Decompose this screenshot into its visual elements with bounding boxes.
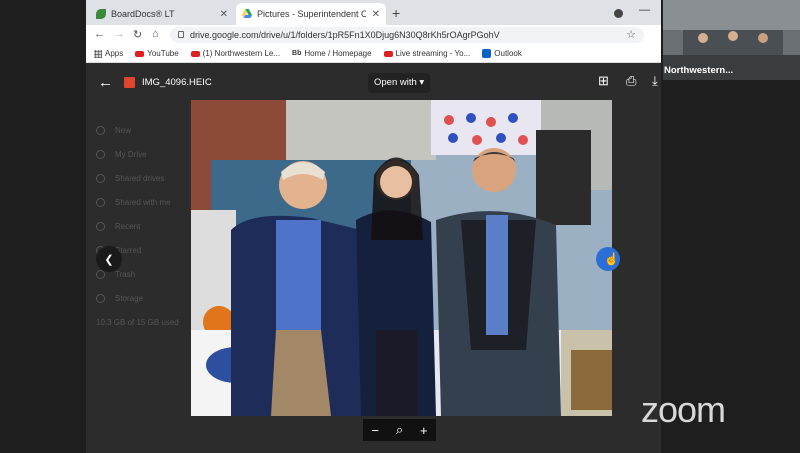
tab-boarddocs[interactable]: BoardDocs® LT ✕ [90, 3, 234, 25]
sidebar-item: Shared drives [96, 166, 179, 190]
tab-label: Pictures - Superintendent Office [257, 9, 366, 19]
sidebar-item: Shared with me [96, 190, 179, 214]
lock-icon [178, 31, 184, 38]
bookmark-label: Outlook [494, 49, 522, 58]
youtube-icon [190, 50, 200, 57]
close-icon[interactable]: ✕ [372, 9, 380, 20]
sidebar-item: Recent [96, 214, 179, 238]
bookmark-live-streaming[interactable]: Live streaming - Yo... [383, 49, 471, 58]
url-text: drive.google.com/drive/u/1/folders/1pR5F… [190, 30, 500, 40]
bookmark-label: YouTube [147, 49, 179, 58]
browser-tab-bar: BoardDocs® LT ✕ Pictures - Superintenden… [86, 0, 661, 25]
minimize-icon[interactable]: — [639, 4, 650, 16]
leaf-icon [96, 9, 106, 19]
print-icon[interactable]: ⎙ [626, 73, 636, 89]
bookmarks-bar: Apps YouTube (1) Northwestern Le... Bb Ho… [86, 45, 661, 63]
chevron-left-icon: ❮ [104, 253, 114, 266]
forward-icon[interactable]: → [114, 28, 125, 40]
bookmark-label: Apps [105, 49, 124, 58]
drive-sidebar-dimmed: New My Drive Shared drives Shared with m… [96, 118, 179, 334]
bookmark-apps[interactable]: Apps [94, 49, 123, 58]
bookmark-northwestern[interactable]: (1) Northwestern Le... [190, 49, 281, 58]
blackboard-icon: Bb [292, 50, 302, 57]
youtube-icon [383, 50, 393, 57]
home-icon[interactable]: ⌂ [152, 28, 159, 40]
hand-cursor-icon: ☝ [604, 252, 619, 266]
close-icon[interactable]: ✕ [220, 9, 228, 20]
tab-pictures[interactable]: Pictures - Superintendent Office ✕ [236, 3, 386, 25]
back-icon[interactable]: ← [94, 28, 105, 40]
zoom-out-icon[interactable]: − [371, 423, 379, 438]
shared-screen: BoardDocs® LT ✕ Pictures - Superintenden… [86, 0, 661, 453]
outlook-icon [482, 49, 492, 58]
participant-name: Northwestern... [664, 65, 734, 76]
apps-grid-icon [94, 49, 102, 58]
file-name: IMG_4096.HEIC [142, 77, 212, 88]
magnifier-icon[interactable]: ⌕ [396, 422, 403, 438]
address-bar: ← → ↻ ⌂ drive.google.com/drive/u/1/folde… [86, 25, 661, 45]
new-tab-icon[interactable]: + [392, 5, 400, 21]
tab-search-icon[interactable] [614, 9, 623, 18]
tab-label: BoardDocs® LT [111, 9, 175, 19]
bookmark-outlook[interactable]: Outlook [482, 49, 522, 58]
sidebar-item: My Drive [96, 142, 179, 166]
bookmark-youtube[interactable]: YouTube [135, 49, 179, 58]
google-drive-icon [242, 9, 252, 19]
open-with-label: Open with [374, 77, 417, 88]
zoom-meeting-window: BoardDocs® LT ✕ Pictures - Superintenden… [0, 0, 800, 453]
open-with-button[interactable]: Open with ▾ [368, 73, 431, 93]
sidebar-item: New [96, 118, 179, 142]
youtube-icon [135, 50, 145, 57]
viewer-toolbar: ← IMG_4096.HEIC Open with ▾ ⊞ ⎙ ⤓ [86, 63, 661, 101]
reload-icon[interactable]: ↻ [133, 28, 142, 41]
bookmark-label: Home / Homepage [304, 49, 372, 58]
bookmark-label: Live streaming - Yo... [395, 49, 471, 58]
url-input[interactable]: drive.google.com/drive/u/1/folders/1pR5F… [170, 27, 644, 43]
bookmark-home[interactable]: Bb Home / Homepage [292, 49, 372, 58]
photo-image [191, 100, 612, 416]
add-to-drive-icon[interactable]: ⊞ [598, 73, 609, 89]
zoom-logo: zoom [641, 389, 726, 430]
image-file-icon [124, 77, 135, 88]
bookmark-star-icon[interactable]: ☆ [626, 27, 636, 43]
bookmark-label: (1) Northwestern Le... [202, 49, 281, 58]
image-zoom-controls: − ⌕ + [363, 419, 436, 441]
previous-image-button[interactable]: ❮ [96, 246, 122, 272]
sidebar-item: Storage [96, 286, 179, 310]
drive-image-viewer: New My Drive Shared drives Shared with m… [86, 63, 661, 453]
back-arrow-icon[interactable]: ← [98, 74, 113, 91]
download-icon[interactable]: ⤓ [652, 73, 658, 89]
sidebar-item: 10.3 GB of 15 GB used [96, 317, 179, 327]
zoom-in-icon[interactable]: + [420, 423, 428, 438]
